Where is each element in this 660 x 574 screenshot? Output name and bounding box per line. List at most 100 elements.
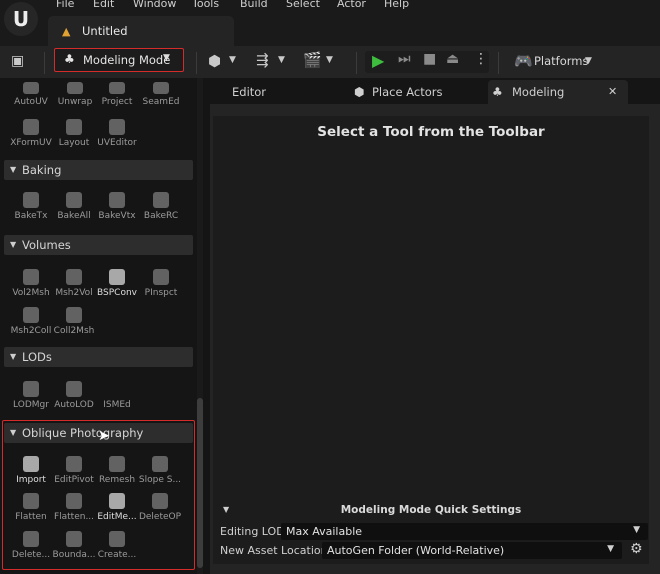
advance-frame-icon[interactable]: ⏭	[398, 51, 411, 67]
category-lods[interactable]: ▼ LODs	[4, 347, 193, 367]
editing-lod-dropdown[interactable]: Max Available ▼	[281, 523, 648, 540]
menu-help[interactable]: Help	[384, 0, 409, 10]
save-icon[interactable]: ▣	[11, 53, 24, 69]
chevron-down-icon[interactable]: ▼	[229, 55, 236, 65]
autouv-icon	[23, 82, 39, 94]
new-asset-location-dropdown[interactable]: AutoGen Folder (World-Relative) ▼	[322, 542, 622, 559]
lodmgr-icon	[23, 381, 39, 397]
layout-icon	[66, 119, 82, 135]
modeling-icon: ♣	[492, 85, 503, 99]
unreal-logo[interactable]: U	[4, 2, 38, 36]
mouse-cursor-icon: ➤	[98, 428, 110, 444]
tool-seamed[interactable]: SeamEd	[138, 82, 184, 116]
seamed-icon	[153, 82, 169, 94]
mode-label: Modeling Mode	[83, 53, 171, 67]
menu-edit[interactable]: Edit	[93, 0, 114, 10]
modeling-mode-button[interactable]: ♣ Modeling Mode ▼	[54, 48, 184, 72]
chevron-down-icon[interactable]: ▼	[278, 55, 285, 65]
tool-bakevtx[interactable]: BakeVtx	[94, 192, 140, 226]
platforms-label: Platforms	[534, 54, 589, 68]
pinspct-icon	[153, 269, 169, 285]
document-tab-label: Untitled	[82, 24, 128, 38]
chevron-down-icon: ▼	[607, 544, 614, 554]
tool-layout[interactable]: Layout	[51, 119, 97, 153]
tab-editor[interactable]: Editor	[218, 80, 328, 104]
close-icon[interactable]: ✕	[608, 85, 617, 98]
toolbar-separator	[356, 52, 357, 74]
tab-modeling[interactable]: ♣ Modeling ✕	[488, 80, 628, 104]
select-tool-prompt: Select a Tool from the Toolbar	[317, 124, 545, 140]
toolbar-separator	[196, 52, 197, 74]
gamepad-icon: 🎮	[514, 52, 533, 70]
category-baking[interactable]: ▼ Baking	[4, 160, 193, 180]
stop-icon[interactable]: ■	[423, 51, 436, 67]
menu-build[interactable]: Build	[240, 0, 268, 10]
tool-bspconv[interactable]: BSPConv	[94, 269, 140, 303]
tool-lodmgr[interactable]: LODMgr	[8, 381, 54, 415]
tool-project[interactable]: Project	[94, 82, 140, 116]
editor-tab-bar: Editor ⬢ Place Actors ♣ Modeling ✕	[210, 78, 660, 104]
tool-uveditor[interactable]: UVEditor	[94, 119, 140, 153]
collapse-arrow-icon: ▼	[10, 352, 17, 361]
palette-scrollbar-thumb[interactable]	[197, 398, 203, 568]
menu-select[interactable]: Select	[286, 0, 320, 10]
coll2msh-icon	[66, 307, 82, 323]
menu-window[interactable]: Window	[133, 0, 176, 10]
chevron-down-icon: ▼	[585, 56, 592, 66]
bspconv-icon	[109, 269, 125, 285]
tool-bakeall[interactable]: BakeAll	[51, 192, 97, 226]
msh2vol-icon	[66, 269, 82, 285]
menu-actor[interactable]: Actor	[337, 0, 366, 10]
bakevtx-icon	[109, 192, 125, 208]
tool-pinspct[interactable]: PInspct	[138, 269, 184, 303]
blueprint-icon[interactable]: ⇶	[256, 51, 269, 69]
tool-autouv[interactable]: AutoUV	[8, 82, 54, 116]
tool-coll2msh[interactable]: Coll2Msh	[51, 307, 97, 341]
toolbar-separator	[498, 52, 499, 74]
place-actors-icon: ⬢	[354, 85, 365, 99]
ismed-icon	[109, 381, 125, 397]
collapse-arrow-icon: ▼	[10, 240, 17, 249]
more-options-icon[interactable]: ⋮	[474, 51, 488, 67]
bakerc-icon	[153, 192, 169, 208]
tool-baketx[interactable]: BakeTx	[8, 192, 54, 226]
add-actor-icon[interactable]: ⬢	[208, 52, 221, 70]
tool-xformuv[interactable]: XFormUV	[8, 119, 54, 153]
gear-icon[interactable]: ⚙	[630, 541, 643, 557]
baketx-icon	[23, 192, 39, 208]
tool-msh2vol[interactable]: Msh2Vol	[51, 269, 97, 303]
vol2msh-icon	[23, 269, 39, 285]
quick-settings-header[interactable]: ▼ Modeling Mode Quick Settings	[213, 503, 649, 519]
tool-vol2msh[interactable]: Vol2Msh	[8, 269, 54, 303]
tool-bakerc[interactable]: BakeRC	[138, 192, 184, 226]
project-icon	[109, 82, 125, 94]
collapse-arrow-icon: ▼	[10, 165, 17, 174]
document-tab[interactable]: ▲ Untitled	[48, 16, 234, 46]
modeling-mode-icon: ♣	[64, 52, 75, 66]
tab-place-actors[interactable]: ⬢ Place Actors	[340, 80, 480, 104]
tool-unwrap[interactable]: Unwrap	[52, 82, 98, 116]
uveditor-icon	[109, 119, 125, 135]
toolbar-separator	[44, 52, 45, 74]
chevron-down-icon: ▼	[633, 525, 640, 535]
menu-file[interactable]: File	[56, 0, 74, 10]
chevron-down-icon[interactable]: ▼	[326, 55, 333, 65]
xformuv-icon	[23, 119, 39, 135]
unwrap-icon	[67, 82, 83, 94]
new-asset-location-label: New Asset Location	[220, 544, 328, 557]
editing-lod-label: Editing LOD	[220, 525, 285, 538]
tool-settings-area	[213, 116, 649, 564]
chevron-down-icon: ▼	[163, 53, 170, 63]
bakeall-icon	[66, 192, 82, 208]
eject-icon[interactable]: ⏏	[446, 51, 459, 67]
category-volumes[interactable]: ▼ Volumes	[4, 235, 193, 255]
cinematics-icon[interactable]: 🎬	[303, 51, 322, 69]
unsaved-warning-icon: ▲	[62, 25, 71, 38]
tool-ismed[interactable]: ISMEd	[94, 381, 140, 415]
msh2coll-icon	[23, 307, 39, 323]
autolod-icon	[66, 381, 82, 397]
play-icon[interactable]: ▶	[372, 51, 384, 70]
tool-autolod[interactable]: AutoLOD	[51, 381, 97, 415]
menu-tools[interactable]: Tools	[192, 0, 219, 10]
tool-msh2coll[interactable]: Msh2Coll	[8, 307, 54, 341]
